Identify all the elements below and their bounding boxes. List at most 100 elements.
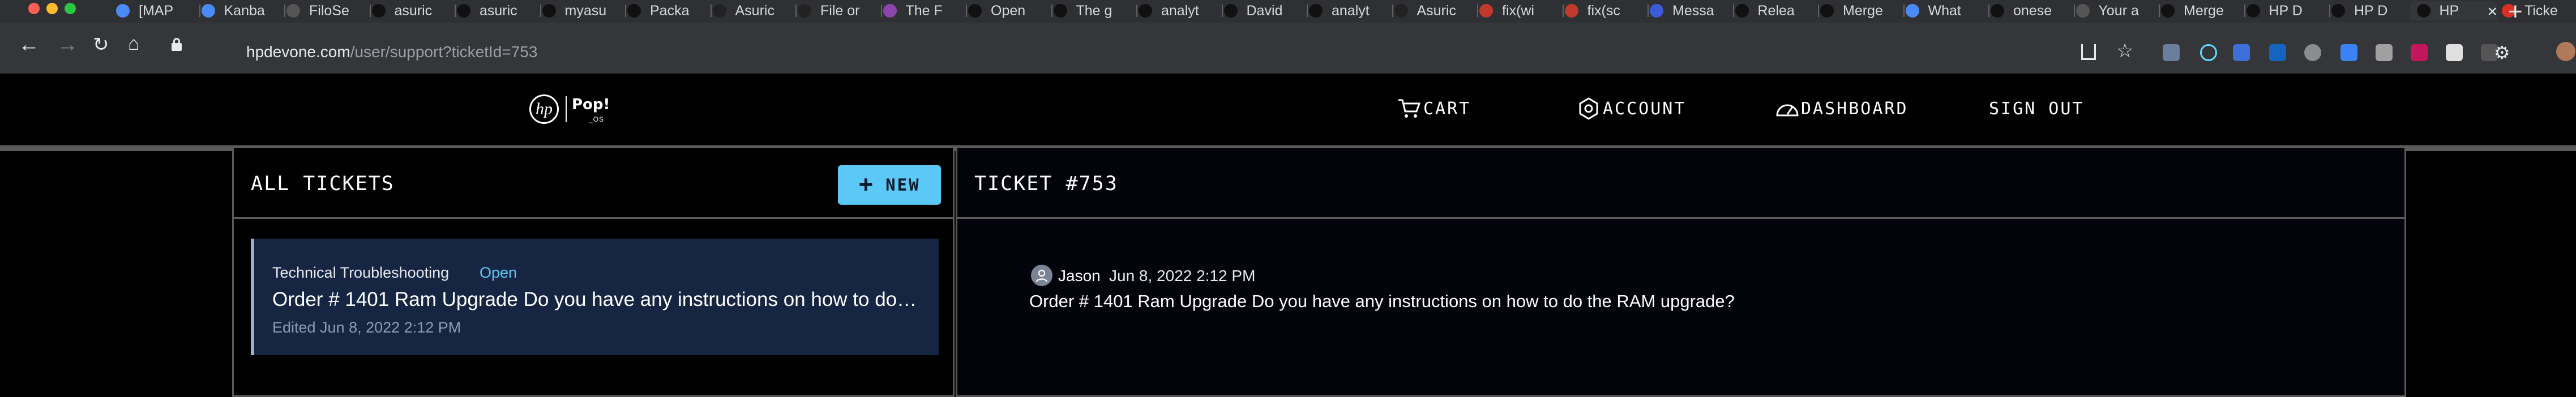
nav-sign-out[interactable]: SIGN OUT bbox=[1989, 97, 2085, 120]
browser-tab[interactable]: analyt bbox=[1309, 1, 1390, 20]
tab-title: Ticke bbox=[2524, 2, 2558, 19]
tab-favicon-icon bbox=[798, 4, 811, 18]
extension-icon[interactable] bbox=[2376, 44, 2393, 61]
browser-tab[interactable]: asuric bbox=[457, 1, 538, 20]
tab-title: Merge bbox=[2184, 2, 2224, 19]
browser-tab[interactable]: myasu bbox=[542, 1, 623, 20]
user-avatar-icon bbox=[1031, 265, 1052, 286]
tab-separator bbox=[795, 5, 797, 17]
tab-favicon-icon bbox=[1394, 4, 1408, 18]
tab-title: What bbox=[1928, 2, 1961, 19]
browser-tab[interactable]: Merge bbox=[1820, 1, 1901, 20]
logo-divider bbox=[566, 96, 567, 122]
ticket-list-item[interactable]: Technical Troubleshooting Open Order # 1… bbox=[251, 239, 939, 355]
tab-separator bbox=[966, 5, 967, 17]
bookmark-star-icon[interactable]: ☆ bbox=[2116, 40, 2133, 62]
browser-tab[interactable]: HP D bbox=[2246, 1, 2327, 20]
back-icon[interactable]: ← bbox=[18, 34, 40, 55]
tab-separator bbox=[1477, 5, 1478, 17]
nav-dashboard-label: DASHBOARD bbox=[1801, 98, 1909, 119]
browser-tab[interactable]: HP × bbox=[2410, 1, 2497, 20]
browser-tab[interactable]: File or bbox=[798, 1, 879, 20]
tab-favicon-icon bbox=[2161, 4, 2175, 18]
tab-separator bbox=[1392, 5, 1393, 17]
browser-tab[interactable]: FiloSe bbox=[286, 1, 367, 20]
nav-account[interactable]: ACCOUNT bbox=[1577, 97, 1686, 120]
extension-icon[interactable] bbox=[2304, 44, 2321, 61]
site-header bbox=[0, 74, 2576, 147]
browser-tab[interactable]: Open bbox=[968, 1, 1049, 20]
tab-favicon-icon bbox=[2246, 4, 2260, 18]
tab-title: File or bbox=[820, 2, 860, 19]
tab-favicon-icon bbox=[286, 4, 300, 18]
tab-title: FiloSe bbox=[309, 2, 349, 19]
browser-tab[interactable]: HP D bbox=[2331, 1, 2412, 20]
tab-favicon-icon bbox=[1820, 4, 1834, 18]
popos-logo[interactable]: Pop! bbox=[572, 96, 610, 113]
browser-tab[interactable]: Relea bbox=[1735, 1, 1816, 20]
tab-title: HP D bbox=[2354, 2, 2388, 19]
tab-title: The F bbox=[905, 2, 943, 19]
tab-title: Asuric bbox=[1417, 2, 1456, 19]
popos-logo-sub: _OS bbox=[589, 115, 605, 123]
browser-tab[interactable]: David bbox=[1223, 1, 1305, 20]
extension-icon[interactable] bbox=[2163, 44, 2180, 61]
browser-tab[interactable]: The g bbox=[1053, 1, 1135, 20]
extension-icon[interactable] bbox=[2233, 44, 2250, 61]
home-icon[interactable]: ⌂ bbox=[128, 34, 140, 53]
hp-logo[interactable]: hp bbox=[529, 94, 559, 124]
nav-account-label: ACCOUNT bbox=[1603, 98, 1687, 119]
browser-tab[interactable]: The F bbox=[883, 1, 964, 20]
new-ticket-label: NEW bbox=[885, 175, 921, 195]
tab-title: Messa bbox=[1672, 2, 1714, 19]
browser-tab[interactable]: [MAP bbox=[116, 1, 197, 20]
tab-favicon-icon bbox=[542, 4, 556, 18]
tab-title: fix(sc bbox=[1587, 2, 1620, 19]
extension-icon[interactable] bbox=[2411, 44, 2428, 61]
window-zoom-button[interactable] bbox=[65, 3, 76, 14]
tab-separator bbox=[1732, 5, 1734, 17]
browser-tab[interactable]: Packa bbox=[627, 1, 708, 20]
tab-title: David bbox=[1246, 2, 1283, 19]
ticket-detail-title: TICKET #753 bbox=[974, 172, 1118, 195]
reload-icon[interactable]: ↻ bbox=[93, 35, 109, 54]
browser-tab[interactable]: analyt bbox=[1139, 1, 1219, 20]
browser-tab[interactable]: onese bbox=[1991, 1, 2072, 20]
browser-tab[interactable]: Asuric bbox=[1394, 1, 1475, 20]
browser-tab[interactable]: fix(wi bbox=[1479, 1, 1560, 20]
browser-tab[interactable]: fix(sc bbox=[1564, 1, 1646, 20]
extension-icon[interactable] bbox=[2269, 44, 2286, 61]
browser-tab[interactable]: Your a bbox=[2076, 1, 2157, 20]
tab-favicon-icon bbox=[1309, 4, 1323, 18]
browser-tab[interactable]: Asuric bbox=[712, 1, 794, 20]
tab-favicon-icon bbox=[1650, 4, 1663, 18]
nav-dashboard[interactable]: DASHBOARD bbox=[1775, 97, 1909, 120]
profile-avatar[interactable] bbox=[2556, 42, 2575, 61]
tab-title: Your a bbox=[2098, 2, 2139, 19]
browser-tab[interactable]: What bbox=[1905, 1, 1987, 20]
window-close-button[interactable] bbox=[28, 3, 40, 14]
tab-separator bbox=[1562, 5, 1564, 17]
browser-tab[interactable]: asuric bbox=[371, 1, 453, 20]
tab-close-icon[interactable]: × bbox=[2487, 2, 2497, 20]
extension-icon[interactable] bbox=[2340, 44, 2357, 61]
url-text[interactable]: hpdevone.com/user/support?ticketId=753 bbox=[246, 43, 537, 61]
browser-tab[interactable]: Messa bbox=[1650, 1, 1731, 20]
tab-separator bbox=[540, 5, 541, 17]
react-devtools-icon[interactable] bbox=[2200, 44, 2217, 61]
new-ticket-button[interactable]: + NEW bbox=[838, 165, 941, 205]
share-icon[interactable] bbox=[2081, 44, 2096, 60]
tab-favicon-icon bbox=[1564, 4, 1578, 18]
forward-icon[interactable]: → bbox=[57, 34, 78, 55]
tab-title: Kanba bbox=[224, 2, 265, 19]
tab-title: Packa bbox=[650, 2, 690, 19]
browser-tab[interactable]: Merge bbox=[2161, 1, 2242, 20]
password-manager-icon[interactable] bbox=[2451, 44, 2468, 61]
nav-cart[interactable]: CART bbox=[1397, 97, 1471, 120]
tab-separator bbox=[1903, 5, 1905, 17]
window-minimize-button[interactable] bbox=[46, 3, 58, 14]
tab-title: asuric bbox=[480, 2, 517, 19]
nav-cart-label: CART bbox=[1423, 98, 1471, 119]
puzzle-icon[interactable]: ⚙ bbox=[2494, 42, 2510, 63]
browser-tab[interactable]: Kanba bbox=[201, 1, 283, 20]
